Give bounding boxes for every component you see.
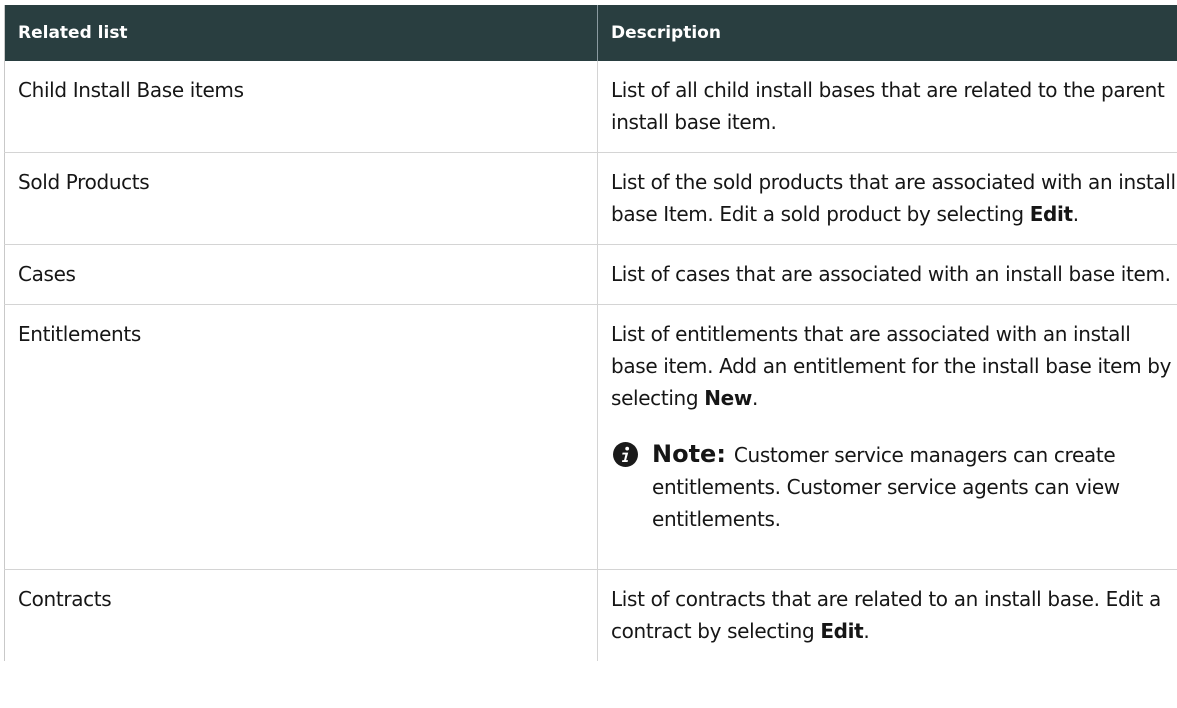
table-row: Cases List of cases that are associated … xyxy=(4,244,1177,305)
header-description: Description xyxy=(597,5,1177,61)
related-lists-table: Related list Description Child Install B… xyxy=(4,5,1177,661)
description-text: List of contracts that are related to an… xyxy=(611,587,1161,643)
related-list-description: List of all child install bases that are… xyxy=(597,61,1177,153)
table-row: Entitlements List of entitlements that a… xyxy=(4,304,1177,570)
related-list-name: Contracts xyxy=(4,569,598,661)
related-list-name: Entitlements xyxy=(4,304,598,570)
note-callout: Note: Customer service managers can creat… xyxy=(611,438,1177,555)
related-list-description: List of the sold products that are assoc… xyxy=(597,152,1177,245)
related-list-description: List of entitlements that are associated… xyxy=(597,304,1177,570)
header-related-list: Related list xyxy=(4,5,598,61)
related-list-name: Cases xyxy=(4,244,598,305)
description-text: List of entitlements that are associated… xyxy=(611,322,1172,410)
info-icon xyxy=(613,442,638,467)
ui-term-edit: Edit xyxy=(1029,202,1073,226)
ui-term-new: New xyxy=(704,386,752,410)
note-label: Note: xyxy=(652,440,726,468)
ui-term-edit: Edit xyxy=(820,619,864,643)
table-row: Contracts List of contracts that are rel… xyxy=(4,569,1177,662)
description-text: . xyxy=(863,619,870,643)
related-list-description: List of cases that are associated with a… xyxy=(597,244,1177,305)
related-list-name: Child Install Base items xyxy=(4,61,598,153)
table-header-row: Related list Description xyxy=(4,5,1177,61)
description-text: List of the sold products that are assoc… xyxy=(611,170,1176,226)
related-list-name: Sold Products xyxy=(4,152,598,245)
table-row: Sold Products List of the sold products … xyxy=(4,152,1177,245)
table-row: Child Install Base items List of all chi… xyxy=(4,61,1177,153)
description-text: . xyxy=(751,386,758,410)
description-text: . xyxy=(1072,202,1079,226)
description-paragraph: List of entitlements that are associated… xyxy=(611,318,1177,414)
related-list-description: List of contracts that are related to an… xyxy=(598,570,1177,662)
